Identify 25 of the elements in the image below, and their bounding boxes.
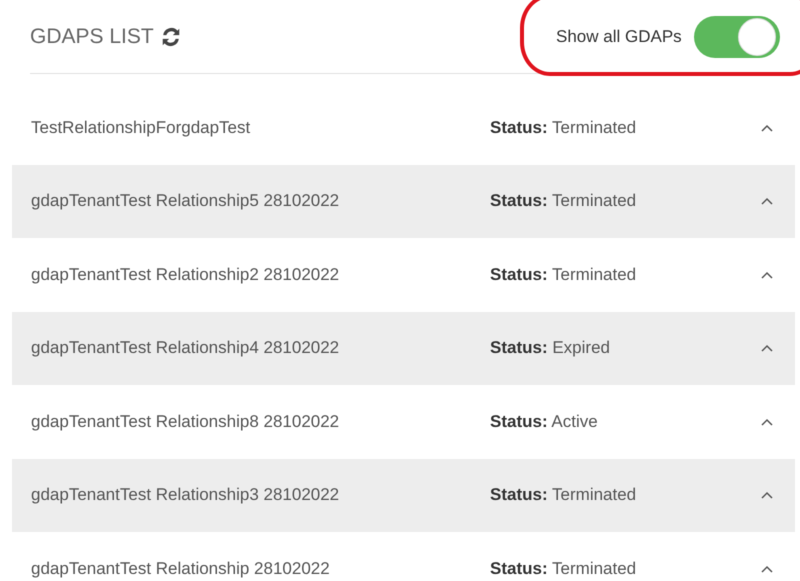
relationship-name: gdapTenantTest Relationship3 28102022 xyxy=(31,485,340,506)
relationship-name: gdapTenantTest Relationship8 28102022 xyxy=(31,412,340,432)
chevron-icon[interactable] xyxy=(761,197,773,206)
status-text: Status: Terminated xyxy=(490,118,638,138)
chevron-icon[interactable] xyxy=(761,270,773,279)
chevron-icon[interactable] xyxy=(761,344,773,352)
status-text: Status: Active xyxy=(490,412,599,432)
relationship-name: gdapTenantTest Relationship4 28102022 xyxy=(31,338,340,358)
chevron-icon[interactable] xyxy=(761,491,773,500)
toggle-label: Show all GDAPs xyxy=(556,26,682,46)
status-text: Status: Terminated xyxy=(490,558,638,579)
status-text: Status: Expired xyxy=(490,338,611,358)
relationship-name: gdapTenantTest Relationship2 28102022 xyxy=(31,264,340,285)
refresh-icon[interactable] xyxy=(160,26,182,48)
toggle-switch[interactable] xyxy=(694,16,780,58)
list-title: GDAPS LIST xyxy=(30,24,154,48)
chevron-icon[interactable] xyxy=(761,418,773,426)
relationship-name: gdapTenantTest Relationship 28102022 xyxy=(31,558,331,579)
status-text: Status: Terminated xyxy=(490,485,638,506)
chevron-icon[interactable] xyxy=(761,124,773,132)
relationship-name: gdapTenantTest Relationship5 28102022 xyxy=(31,191,340,212)
status-text: Status: Terminated xyxy=(490,191,638,212)
status-text: Status: Terminated xyxy=(490,264,638,285)
relationship-name: TestRelationshipForgdapTest xyxy=(31,118,252,138)
chevron-icon[interactable] xyxy=(761,564,773,573)
